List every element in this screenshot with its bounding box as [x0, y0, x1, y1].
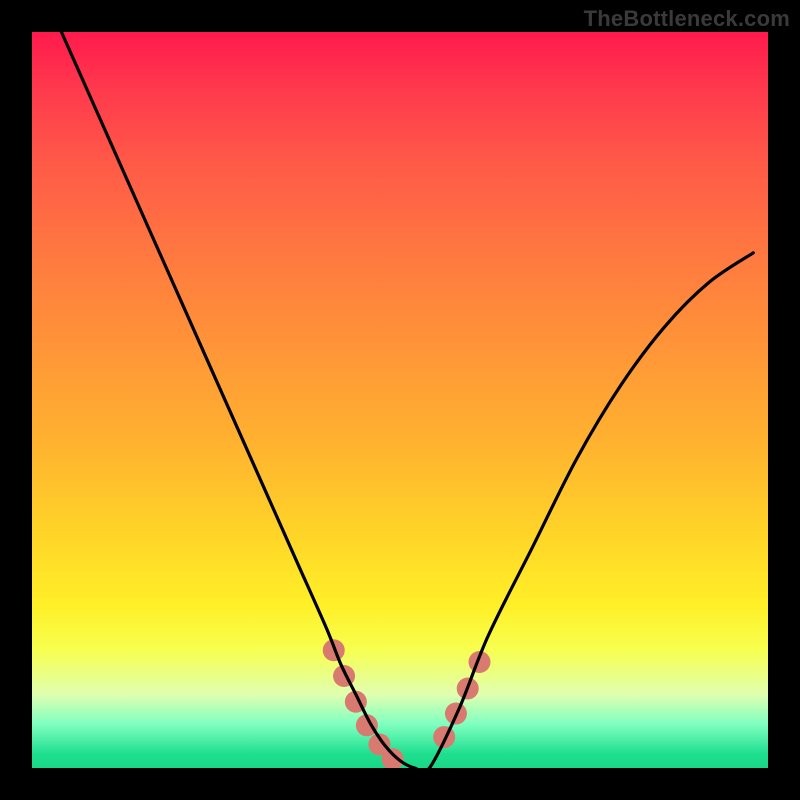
- watermark-label: TheBottleneck.com: [584, 6, 790, 32]
- chart-svg: [32, 32, 768, 768]
- bottleneck-curve: [61, 32, 753, 768]
- bead-marker: [433, 726, 455, 748]
- plot-area: [32, 32, 768, 768]
- bead-markers: [323, 639, 491, 768]
- chart-frame: TheBottleneck.com: [0, 0, 800, 800]
